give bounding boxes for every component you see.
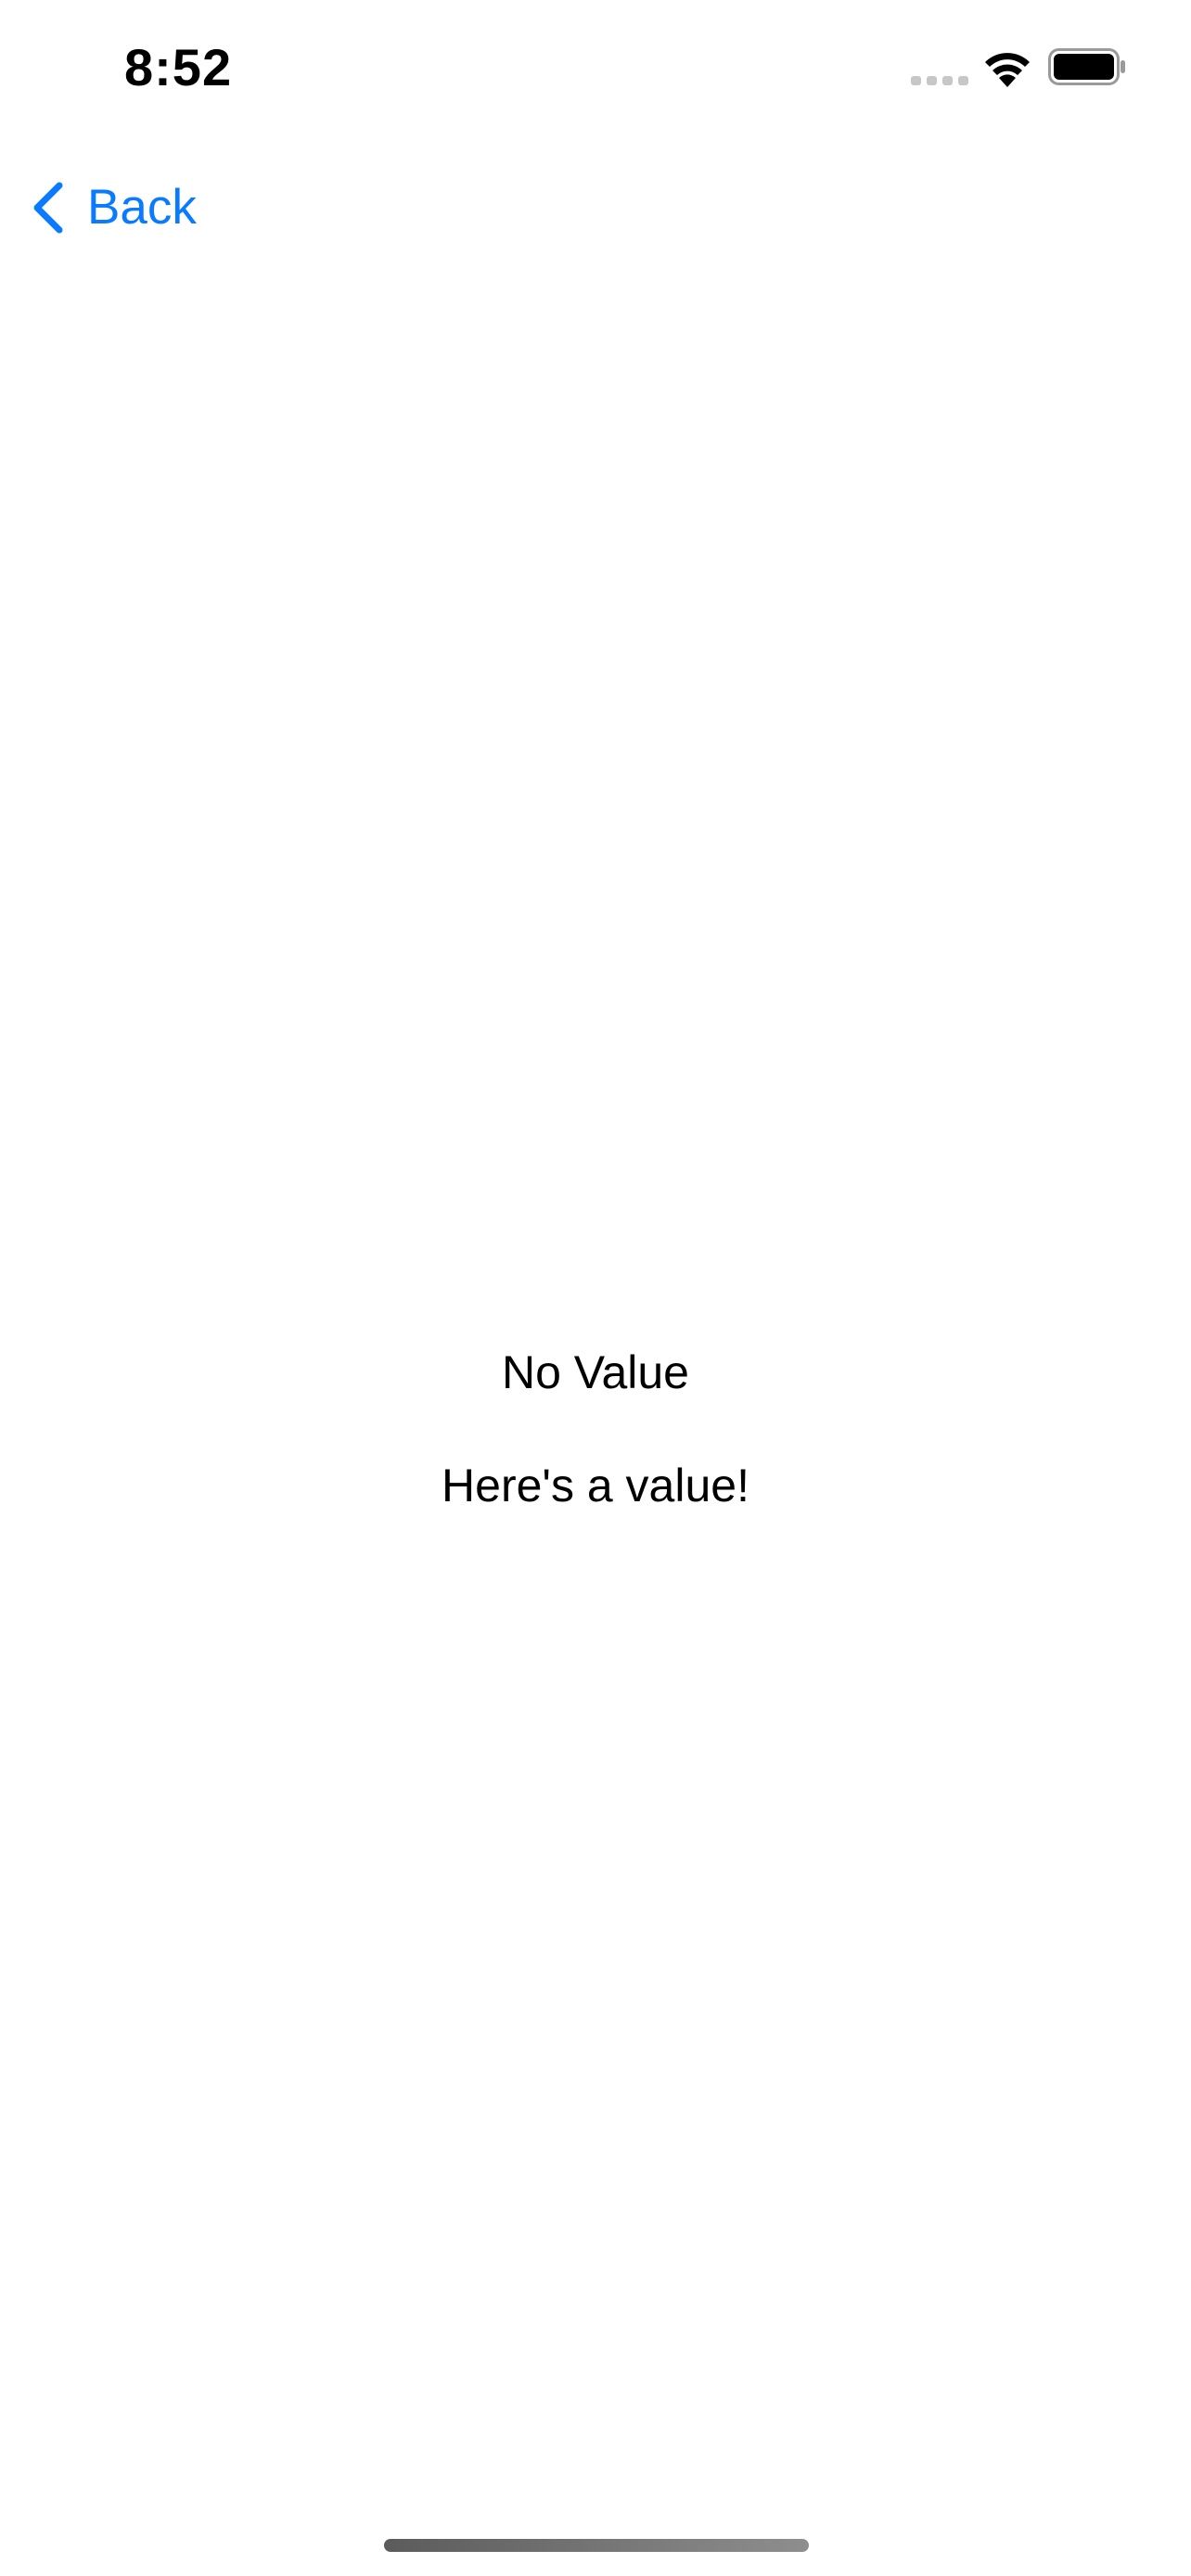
- home-indicator[interactable]: [384, 2539, 809, 2552]
- back-button[interactable]: Back: [28, 161, 197, 254]
- wifi-icon: [985, 53, 1030, 87]
- value-text: Here's a value!: [442, 1460, 749, 1511]
- cellular-signal-icon: [911, 76, 968, 85]
- status-time: 8:52: [124, 38, 233, 96]
- back-button-label: Back: [87, 180, 197, 235]
- status-bar: 8:52: [0, 0, 1191, 139]
- navigation-bar: Back: [0, 148, 1191, 269]
- main-content: No Value Here's a value!: [0, 1345, 1191, 1513]
- battery-icon: [1048, 48, 1125, 85]
- chevron-left-icon: [33, 182, 63, 234]
- no-value-text: No Value: [502, 1346, 689, 1398]
